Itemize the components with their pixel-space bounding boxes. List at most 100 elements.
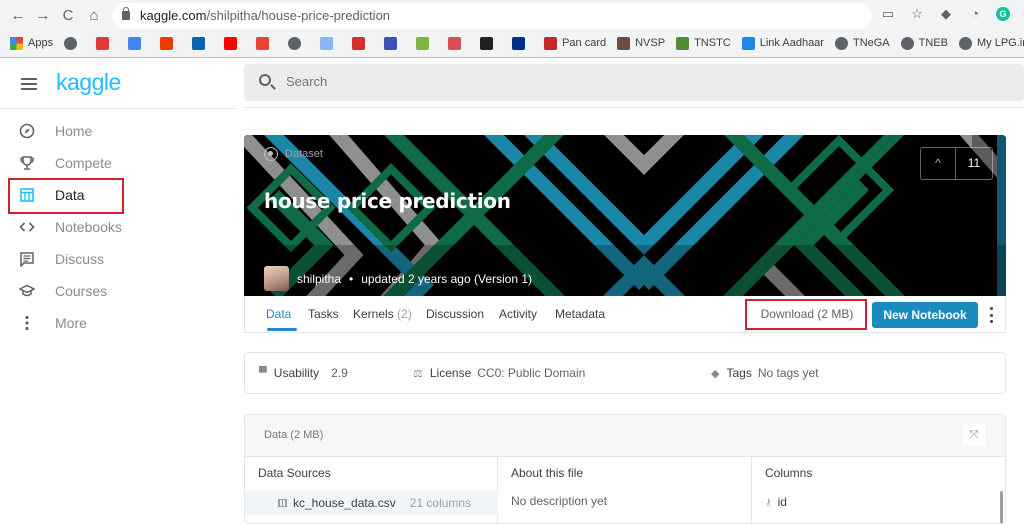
bookmarks-bar: Apps Pan card NVSP TNSTC Link Aadhaar TNeGA TN… bbox=[0, 32, 1024, 54]
tab-label: Tasks bbox=[308, 307, 339, 321]
bookmark-item[interactable] bbox=[480, 36, 498, 50]
reload-icon[interactable]: C bbox=[58, 6, 78, 26]
license: ⚖ License CC0: Public Domain bbox=[413, 366, 585, 380]
bookmark-item[interactable]: TNeGA bbox=[834, 36, 890, 50]
bookmark-label: Link Aadhaar bbox=[759, 37, 824, 49]
bookmark-item[interactable] bbox=[352, 36, 370, 50]
divider bbox=[244, 107, 1024, 108]
scrollbar[interactable] bbox=[1000, 491, 1003, 523]
globe-icon bbox=[834, 36, 848, 50]
data-sources-heading: Data Sources bbox=[258, 466, 331, 480]
search-bar[interactable] bbox=[244, 64, 1024, 101]
menu-icon[interactable] bbox=[21, 78, 37, 90]
tab-label: Activity bbox=[499, 307, 538, 321]
bookmark-item[interactable]: Pan card bbox=[544, 36, 606, 50]
bookmark-item[interactable] bbox=[96, 36, 114, 50]
bookmark-item[interactable] bbox=[512, 36, 530, 50]
upvote-icon[interactable]: ^ bbox=[921, 148, 956, 179]
bookmark-item[interactable] bbox=[256, 36, 274, 50]
sidebar-item-more[interactable]: More bbox=[18, 310, 218, 336]
globe-icon bbox=[900, 36, 914, 50]
grammarly-icon[interactable]: G bbox=[996, 7, 1010, 21]
tab-discussion[interactable]: Discussion bbox=[426, 307, 484, 321]
new-notebook-button[interactable]: New Notebook bbox=[872, 302, 978, 328]
compass-icon bbox=[18, 122, 36, 140]
tab-kernels[interactable]: Kernels (2) bbox=[353, 307, 412, 321]
graduation-cap-icon bbox=[18, 282, 36, 300]
back-icon[interactable]: ← bbox=[8, 6, 28, 26]
sidebar-item-label: Home bbox=[55, 123, 93, 139]
column-name: id bbox=[777, 495, 787, 509]
toolbox-icon: ▀ bbox=[259, 367, 267, 379]
avatar[interactable] bbox=[264, 266, 289, 291]
bookmark-item[interactable] bbox=[192, 36, 210, 50]
kaggle-logo[interactable]: kaggle bbox=[56, 69, 121, 96]
tab-activity[interactable]: Activity bbox=[499, 307, 537, 321]
search-input[interactable] bbox=[286, 74, 886, 89]
bookmark-item[interactable]: NVSP bbox=[617, 36, 665, 50]
eraser-icon[interactable]: ◆ bbox=[938, 6, 954, 22]
forward-icon[interactable]: → bbox=[33, 6, 53, 26]
tags-label: Tags bbox=[726, 366, 752, 380]
about-file-column: About this file No description yet bbox=[498, 457, 752, 523]
sidebar-item-label: More bbox=[55, 315, 87, 331]
address-bar[interactable]: kaggle.com/shilpitha/house-price-predict… bbox=[112, 3, 872, 29]
url-path: /shilpitha/house-price-prediction bbox=[206, 8, 391, 23]
bookmark-item[interactable]: Link Aadhaar bbox=[741, 36, 824, 50]
column-item[interactable]: ⚷ id bbox=[765, 495, 787, 509]
speed-icon[interactable]: ◔ bbox=[967, 6, 983, 22]
globe-icon bbox=[288, 36, 302, 50]
youtube-icon bbox=[224, 36, 238, 50]
sidebar-item-label: Compete bbox=[55, 155, 112, 171]
dataset-meta: ▀ Usability 2.9 ⚖ License CC0: Public Do… bbox=[244, 352, 1006, 394]
license-value[interactable]: CC0: Public Domain bbox=[477, 366, 585, 380]
bookmark-item[interactable]: Apps bbox=[10, 36, 53, 50]
url-text[interactable]: kaggle.com/shilpitha/house-price-predict… bbox=[140, 8, 390, 23]
file-item[interactable]: kc_house_data.csv 21 columns bbox=[245, 491, 498, 515]
dataset-type-label: Dataset bbox=[264, 147, 323, 161]
bookmark-item[interactable] bbox=[320, 36, 338, 50]
more-options-icon[interactable] bbox=[986, 305, 996, 325]
bookmark-item[interactable] bbox=[448, 36, 466, 50]
bookmark-item[interactable] bbox=[128, 36, 146, 50]
bookmark-item[interactable] bbox=[416, 36, 434, 50]
home-icon[interactable]: ⌂ bbox=[84, 6, 104, 26]
bookmark-item[interactable]: My LPG.in | Home bbox=[959, 36, 1024, 50]
sidebar-item-label: Notebooks bbox=[55, 219, 122, 235]
sidebar-item-discuss[interactable]: Discuss bbox=[18, 246, 218, 272]
vote-widget: ^ 11 bbox=[920, 147, 993, 180]
highlight-box-download bbox=[745, 299, 867, 330]
star-icon[interactable]: ☆ bbox=[909, 6, 925, 22]
tab-tasks[interactable]: Tasks bbox=[308, 307, 339, 321]
sidebar-item-home[interactable]: Home bbox=[18, 118, 218, 144]
tab-label: Discussion bbox=[426, 307, 485, 321]
bookmark-item[interactable] bbox=[288, 36, 306, 50]
code-icon bbox=[18, 218, 36, 236]
tab-data[interactable]: Data bbox=[266, 307, 291, 321]
bookmark-item[interactable] bbox=[224, 36, 242, 50]
tab-label: Metadata bbox=[555, 307, 606, 321]
tab-metadata[interactable]: Metadata bbox=[555, 307, 605, 321]
sidebar-item-courses[interactable]: Courses bbox=[18, 278, 218, 304]
bookmark-item[interactable]: TNSTC bbox=[676, 36, 731, 50]
app-icon bbox=[320, 36, 334, 50]
bookmark-item[interactable] bbox=[64, 36, 82, 50]
redbus-icon bbox=[448, 36, 462, 50]
columns-heading: Columns bbox=[765, 466, 813, 480]
highlight-box-data bbox=[8, 178, 124, 214]
vote-count: 11 bbox=[967, 156, 981, 170]
owner-link[interactable]: shilpitha bbox=[297, 272, 341, 286]
bookmark-item[interactable] bbox=[384, 36, 402, 50]
expand-icon[interactable]: ⤧ bbox=[963, 424, 985, 446]
search-icon bbox=[259, 74, 271, 86]
bookmark-label: TNSTC bbox=[694, 37, 731, 49]
it-icon bbox=[352, 36, 366, 50]
bookmark-item[interactable]: TNEB bbox=[900, 36, 948, 50]
sidebar-item-compete[interactable]: Compete bbox=[18, 150, 218, 176]
cast-icon[interactable]: ▭ bbox=[880, 6, 896, 22]
sidebar-item-notebooks[interactable]: Notebooks bbox=[18, 214, 218, 240]
emblem-icon bbox=[384, 36, 398, 50]
bookmark-item[interactable] bbox=[160, 36, 178, 50]
globe-icon bbox=[64, 36, 78, 50]
url-host: kaggle.com bbox=[140, 8, 207, 23]
